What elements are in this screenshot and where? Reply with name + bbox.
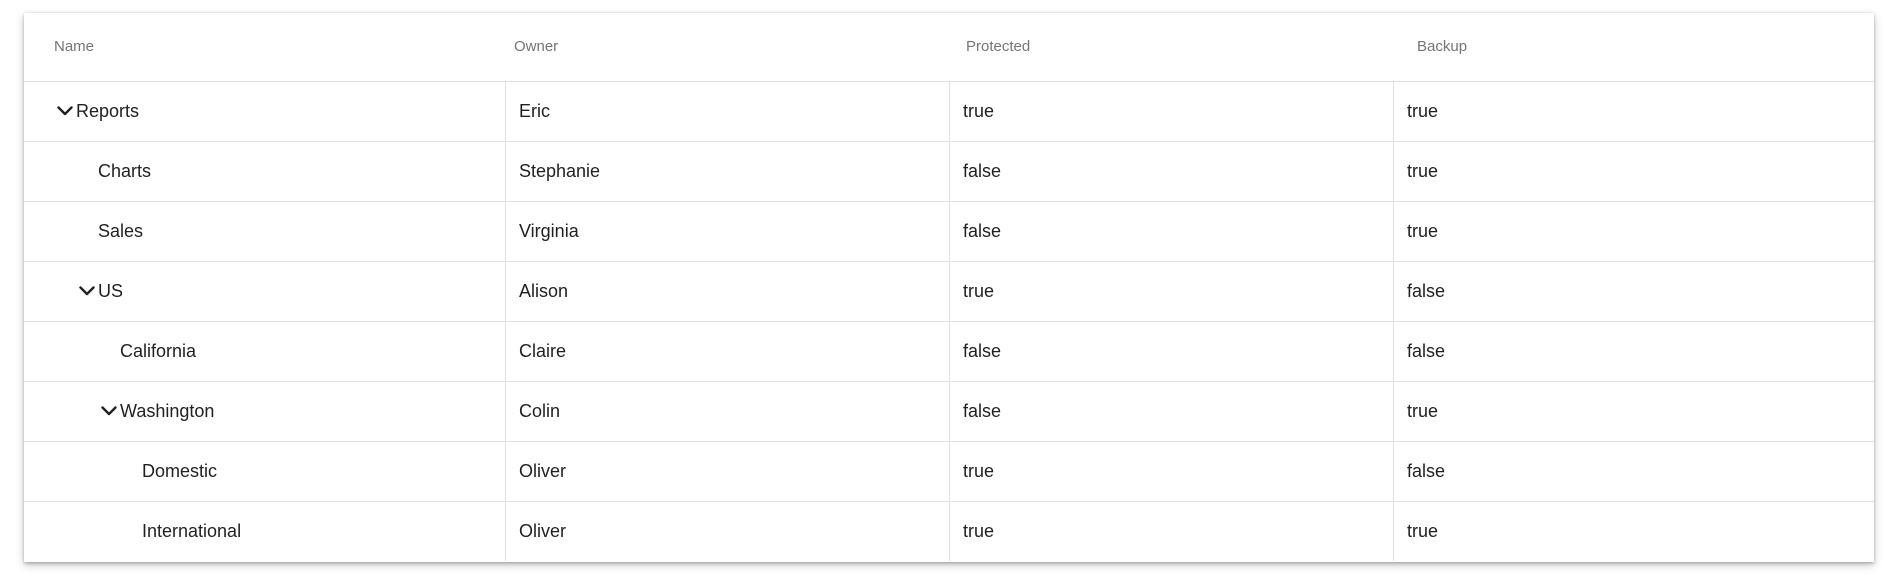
column-header-owner[interactable]: Owner (514, 13, 558, 81)
row-name: US (98, 281, 124, 301)
table-row[interactable]: Sales Virginia false true (24, 202, 1874, 262)
column-header-protected[interactable]: Protected (966, 13, 1030, 81)
cell-owner: Virginia (505, 202, 949, 261)
table-row[interactable]: California Claire false false (24, 322, 1874, 382)
cell-backup: false (1393, 322, 1874, 381)
row-name: Domestic (142, 461, 218, 481)
cell-protected: true (949, 502, 1393, 561)
cell-protected: false (949, 382, 1393, 441)
table-row[interactable]: Reports Eric true true (24, 82, 1874, 142)
cell-owner: Oliver (505, 442, 949, 501)
cell-protected: false (949, 202, 1393, 261)
cell-backup: true (1393, 382, 1874, 441)
cell-name: Washington (24, 382, 505, 441)
cell-owner: Claire (505, 322, 949, 381)
cell-name: California (24, 322, 505, 381)
cell-name: US (24, 262, 505, 321)
cell-protected: false (949, 322, 1393, 381)
cell-protected: true (949, 442, 1393, 501)
cell-name: Domestic (24, 442, 505, 501)
row-name: California (120, 341, 197, 361)
column-header-backup[interactable]: Backup (1417, 13, 1467, 81)
cell-backup: true (1393, 202, 1874, 261)
row-name: Reports (76, 101, 140, 121)
cell-backup: true (1393, 502, 1874, 561)
cell-owner: Colin (505, 382, 949, 441)
grid-body: Reports Eric true true Charts Stephanie false t… (24, 82, 1874, 562)
cell-backup: true (1393, 82, 1874, 141)
cell-backup: false (1393, 442, 1874, 501)
tree-grid: Name Owner Protected Backup Reports Eric t… (24, 13, 1874, 562)
table-row[interactable]: International Oliver true true (24, 502, 1874, 562)
cell-name: Reports (24, 82, 505, 141)
table-row[interactable]: Washington Colin false true (24, 382, 1874, 442)
cell-protected: true (949, 262, 1393, 321)
chevron-down-icon[interactable] (98, 401, 120, 423)
cell-owner: Oliver (505, 502, 949, 561)
cell-name: Charts (24, 142, 505, 201)
row-name: Washington (120, 401, 215, 421)
cell-backup: false (1393, 262, 1874, 321)
row-name: Sales (98, 221, 144, 241)
cell-backup: true (1393, 142, 1874, 201)
cell-name: International (24, 502, 505, 561)
cell-protected: true (949, 82, 1393, 141)
row-name: Charts (98, 161, 152, 181)
table-row[interactable]: Charts Stephanie false true (24, 142, 1874, 202)
grid-header: Name Owner Protected Backup (24, 13, 1874, 82)
chevron-down-icon[interactable] (54, 101, 76, 123)
row-name: International (142, 521, 242, 541)
cell-owner: Alison (505, 262, 949, 321)
cell-protected: false (949, 142, 1393, 201)
cell-name: Sales (24, 202, 505, 261)
table-row[interactable]: US Alison true false (24, 262, 1874, 322)
cell-owner: Eric (505, 82, 949, 141)
chevron-down-icon[interactable] (76, 281, 98, 303)
column-header-name[interactable]: Name (54, 13, 94, 81)
cell-owner: Stephanie (505, 142, 949, 201)
table-row[interactable]: Domestic Oliver true false (24, 442, 1874, 502)
